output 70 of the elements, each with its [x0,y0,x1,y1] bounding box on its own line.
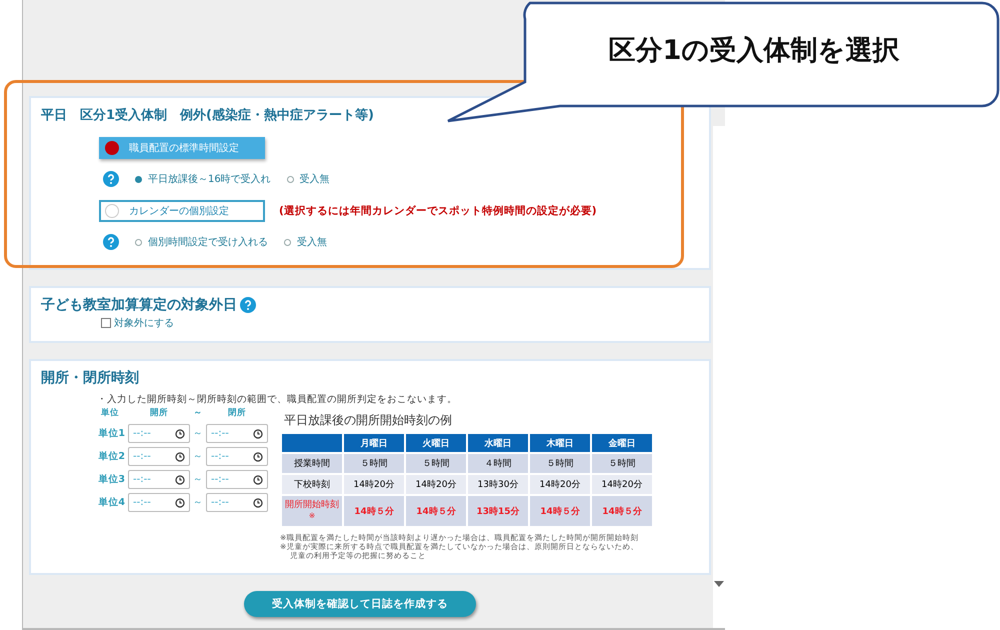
table-title: 平日放課後の開所開始時刻の例 [284,412,453,429]
table-cell: 14時20分 [591,474,653,495]
column-header: 木曜日 [529,433,591,453]
clock-icon[interactable] [175,428,185,438]
section-title: 子ども教室加算算定の対象外日 [41,296,237,314]
unit-label: 単位4 [97,496,125,509]
table-cell: ５時間 [343,453,405,474]
tilde-separator: ～ [193,473,203,486]
requirement-note: (選択するには年間カレンダーでスポット特例時間の設定が必要) [279,204,597,218]
time-field[interactable]: --:-- [206,424,268,443]
table-cell: 13時30分 [467,474,529,495]
clock-icon[interactable] [253,474,263,484]
table-cell: 14時５分 [591,495,653,527]
radio-option[interactable]: 平日放課後～16時で受入れ [135,172,271,186]
scrollbar[interactable] [713,126,725,628]
time-field[interactable]: --:-- [128,447,190,466]
column-header: 火曜日 [405,433,467,453]
table-cell: 14時５分 [529,495,591,527]
column-header: 月曜日 [343,433,405,453]
column-header: 閉所 [227,407,247,419]
tilde-separator: ～ [193,427,203,440]
column-header: 単位 [100,407,120,419]
row-header: 授業時間 [281,453,343,474]
checkbox-option[interactable]: 対象外にする [101,316,699,330]
section-title: 開所・閉所時刻 [41,369,140,387]
time-field[interactable]: --:-- [206,493,268,512]
table-cell: ５時間 [405,453,467,474]
unit-label: 単位2 [97,450,125,463]
table-cell: ５時間 [529,453,591,474]
clock-icon[interactable] [175,474,185,484]
time-field[interactable]: --:-- [206,447,268,466]
table-cell: 14時５分 [343,495,405,527]
table-cell: 13時15分 [467,495,529,527]
column-header: ～ [193,407,203,419]
column-header: 金曜日 [591,433,653,453]
table-cell: 14時20分 [405,474,467,495]
radio-option[interactable]: 受入無 [286,172,330,186]
table-cell: ５時間 [591,453,653,474]
clock-icon[interactable] [253,498,263,508]
time-field[interactable]: --:-- [128,493,190,512]
section-title: 平日 区分1受入体制 例外(感染症・熱中症アラート等) [41,106,375,124]
table-cell: 14時20分 [343,474,405,495]
column-header: 水曜日 [467,433,529,453]
option-button[interactable]: カレンダーの個別設定 [99,200,265,222]
description-text: ・入力した開所時刻～閉所時刻の範囲で、職員配置の開所判定をおこないます。 [97,393,458,406]
help-icon[interactable] [103,234,119,250]
tilde-separator: ～ [193,450,203,463]
submit-button[interactable]: 受入体制を確認して日誌を作成する [244,591,476,617]
time-field[interactable]: --:-- [128,470,190,489]
row-header: 下校時刻 [281,474,343,495]
scroll-down-icon[interactable] [714,580,724,588]
time-field[interactable]: --:-- [206,470,268,489]
help-icon[interactable] [103,171,119,187]
clock-icon[interactable] [253,452,263,462]
table-cell: 14時５分 [405,495,467,527]
column-header: 開所 [149,407,169,419]
radio-option[interactable]: 受入無 [284,235,327,249]
unit-label: 単位3 [97,473,125,486]
help-icon[interactable] [240,297,256,313]
tilde-separator: ～ [193,496,203,509]
time-field[interactable]: --:-- [128,424,190,443]
table-cell: 14時20分 [529,474,591,495]
clock-icon[interactable] [175,498,185,508]
table-cell: ４時間 [467,453,529,474]
radio-option[interactable]: 個別時間設定で受け入れる [135,235,268,249]
callout-text: 区分1の受入体制を選択 [608,34,900,68]
clock-icon[interactable] [253,428,263,438]
option-button[interactable]: 職員配置の標準時間設定 [99,137,265,159]
unit-label: 単位1 [97,427,125,440]
clock-icon[interactable] [175,452,185,462]
